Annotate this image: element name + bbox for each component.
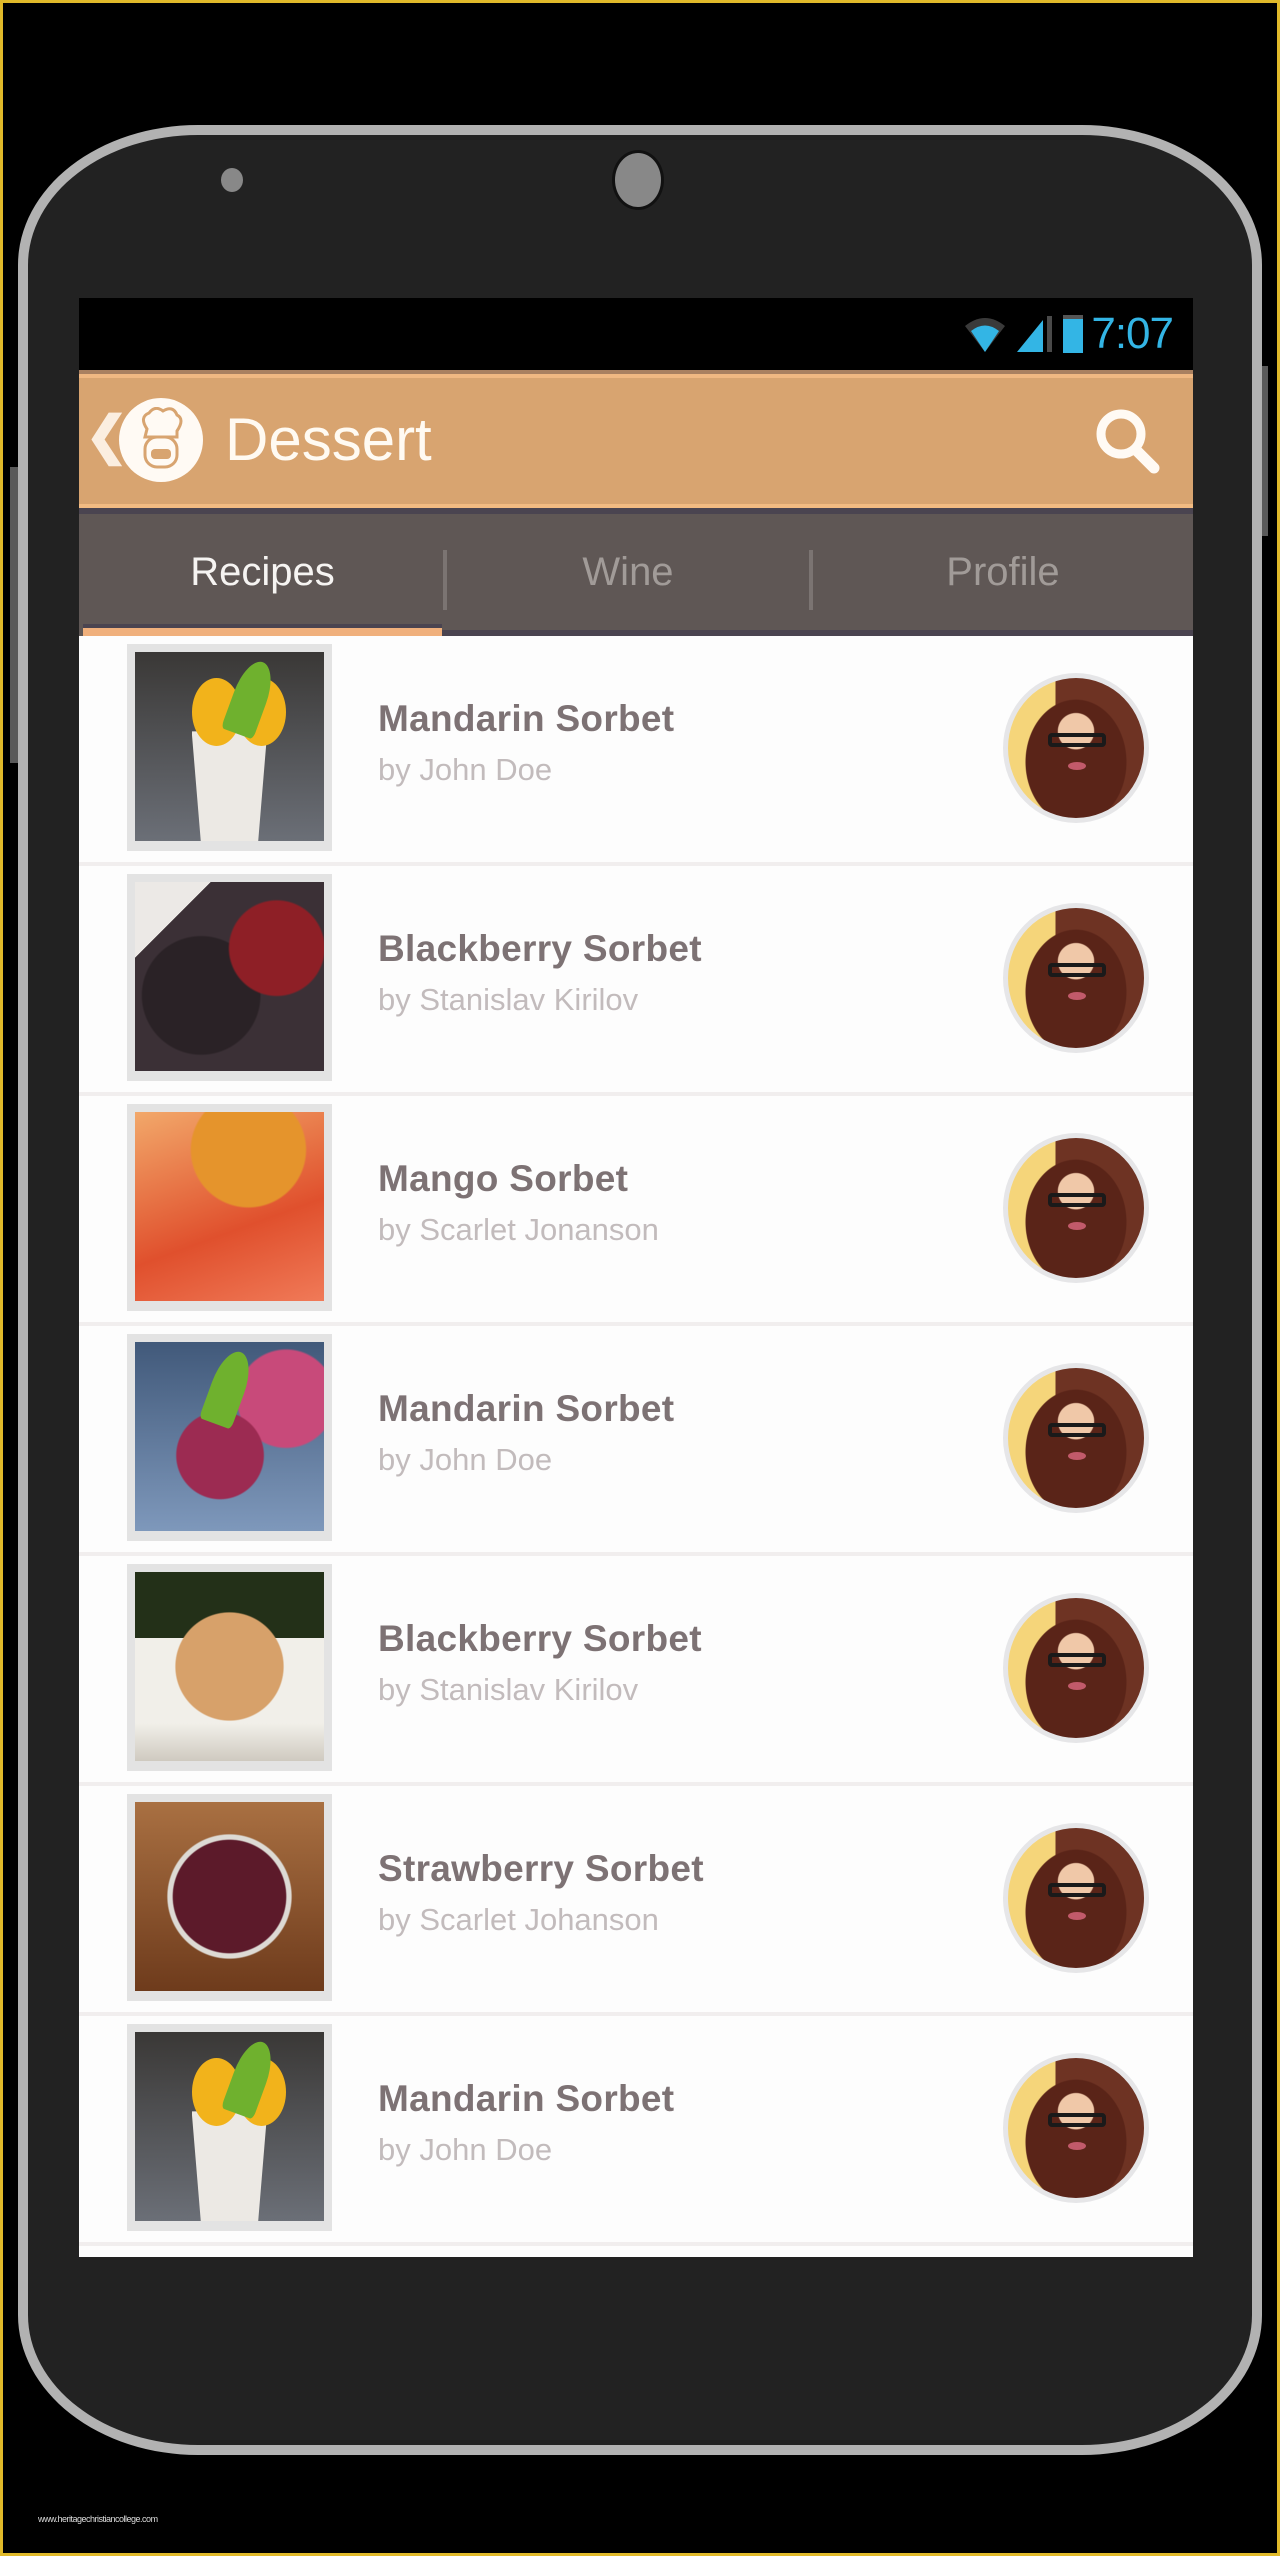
avatar[interactable]: [1003, 1593, 1149, 1743]
recipe-author: by Stanislav Kirilov: [378, 982, 639, 1017]
recipe-title: Mango Sorbet: [378, 1158, 629, 1199]
wifi-icon: [965, 318, 1006, 352]
cell-signal-icon: [1017, 316, 1053, 352]
avatar[interactable]: [1003, 1823, 1149, 1973]
recipe-title: Mandarin Sorbet: [378, 2078, 675, 2119]
tab-recipes[interactable]: Recipes: [83, 514, 442, 630]
clock: 7:07: [1091, 309, 1174, 358]
tab-wine[interactable]: Wine: [447, 514, 809, 630]
recipe-title: Blackberry Sorbet: [378, 928, 702, 969]
list-item[interactable]: Mandarin Sorbet by John Doe: [79, 2016, 1193, 2246]
list-item[interactable]: Blackberry Sorbet by Stanislav Kirilov: [79, 1556, 1193, 1786]
avatar[interactable]: [1003, 1133, 1149, 1283]
tab-bar: Recipes Wine Profile: [79, 508, 1193, 642]
recipe-thumbnail: [127, 1794, 332, 2001]
recipe-author: by Scarlet Johanson: [378, 1902, 659, 1937]
avatar[interactable]: [1003, 903, 1149, 1053]
status-bar: 7:07: [79, 298, 1193, 370]
recipe-author: by John Doe: [378, 1442, 553, 1477]
recipe-author: by John Doe: [378, 2132, 553, 2167]
battery-icon: [1063, 315, 1084, 353]
tab-label: Profile: [946, 549, 1060, 594]
list-item[interactable]: Strawberry Sorbet by Scarlet Johanson: [79, 1786, 1193, 2016]
avatar[interactable]: [1003, 1363, 1149, 1513]
recipe-thumbnail: [127, 1104, 332, 1311]
tab-label: Wine: [582, 549, 674, 594]
app-bar: ❮ Dessert: [79, 370, 1193, 508]
recipe-list: Mandarin Sorbet by John Doe Blackberry S…: [79, 636, 1193, 2246]
search-icon[interactable]: [1091, 404, 1163, 476]
recipe-thumbnail: [127, 1334, 332, 1541]
list-item[interactable]: Mandarin Sorbet by John Doe: [79, 636, 1193, 866]
list-item[interactable]: Mango Sorbet by Scarlet Jonanson: [79, 1096, 1193, 1326]
recipe-thumbnail: [127, 644, 332, 851]
page-title: Dessert: [225, 406, 432, 473]
tab-label: Recipes: [190, 549, 335, 594]
recipe-thumbnail: [127, 1564, 332, 1771]
chef-hat-icon[interactable]: [119, 398, 203, 482]
recipe-thumbnail: [127, 2024, 332, 2231]
recipe-thumbnail: [127, 874, 332, 1081]
recipe-author: by John Doe: [378, 752, 553, 787]
list-item[interactable]: Mandarin Sorbet by John Doe: [79, 1326, 1193, 1556]
recipe-title: Strawberry Sorbet: [378, 1848, 704, 1889]
tab-profile[interactable]: Profile: [813, 514, 1193, 630]
recipe-author: by Scarlet Jonanson: [378, 1212, 659, 1247]
recipe-title: Blackberry Sorbet: [378, 1618, 702, 1659]
phone-screen: 7:07 ❮ Dessert Recipes Wine Profile Mand…: [79, 298, 1193, 2257]
recipe-title: Mandarin Sorbet: [378, 1388, 675, 1429]
front-camera: [612, 150, 664, 210]
avatar[interactable]: [1003, 673, 1149, 823]
list-item[interactable]: Blackberry Sorbet by Stanislav Kirilov: [79, 866, 1193, 1096]
recipe-title: Mandarin Sorbet: [378, 698, 675, 739]
recipe-author: by Stanislav Kirilov: [378, 1672, 639, 1707]
avatar[interactable]: [1003, 2053, 1149, 2203]
sensor-dot: [221, 168, 243, 192]
watermark: www.heritagechristiancollege.com: [38, 2514, 158, 2524]
